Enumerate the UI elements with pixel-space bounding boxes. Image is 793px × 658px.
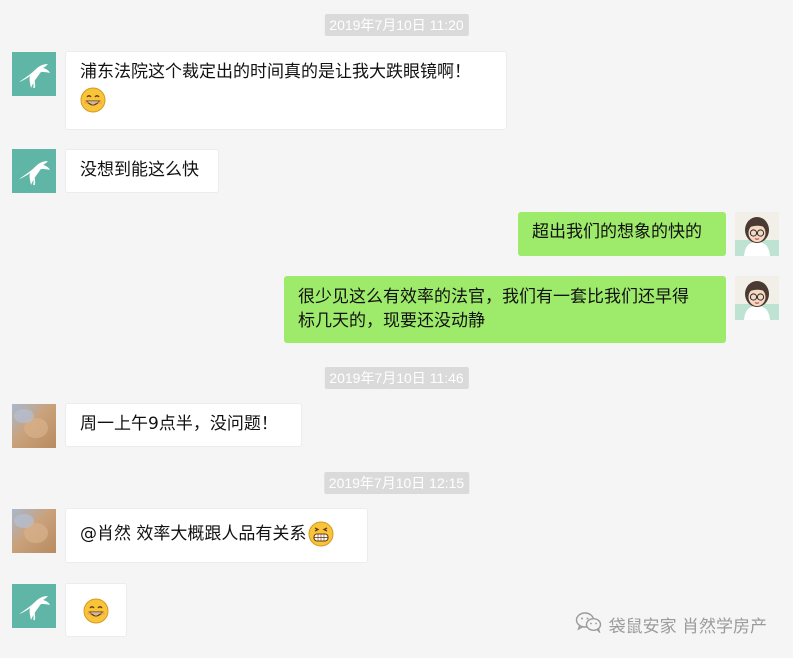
message-bubble[interactable]: 浦东法院这个裁定出的时间真的是让我大跌眼镜啊！ [65,51,507,130]
timestamp: 2019年7月10日 11:20 [324,14,469,36]
timestamp: 2019年7月10日 12:15 [323,472,470,494]
message-bubble[interactable]: 周一上午9点半，没问题！ [65,403,302,447]
message-text: 没想到能这么快 [80,160,199,180]
kangaroo-logo-icon[interactable] [12,52,56,96]
message-bubble[interactable] [65,583,127,637]
message-bubble[interactable]: @肖然 效率大概跟人品有关系 [65,508,368,563]
message-text-line: 很少见这么有效率的法官，我们有一套比我们还早得 [298,287,689,307]
message-text-line: 标几天的，现要还没动静 [298,311,485,331]
blurred-photo-avatar-icon[interactable] [12,509,56,553]
cartoon-woman-avatar-icon[interactable] [735,212,779,256]
kangaroo-logo-icon[interactable] [12,149,56,193]
watermark-text: 袋鼠安家 肖然学房产 [608,617,767,637]
cartoon-woman-avatar-icon[interactable] [735,276,779,320]
wechat-icon [575,611,603,638]
message-text: 超出我们的想象的快的 [532,222,702,242]
message-bubble[interactable]: 没想到能这么快 [65,149,219,193]
message-bubble[interactable]: 超出我们的想象的快的 [518,212,726,256]
message-bubble[interactable]: 很少见这么有效率的法官，我们有一套比我们还早得 标几天的，现要还没动静 [284,276,726,343]
message-text: 浦东法院这个裁定出的时间真的是让我大跌眼镜啊！ [80,62,471,82]
grinning-emoji-icon [83,598,109,624]
kangaroo-logo-icon[interactable] [12,584,56,628]
message-text: @肖然 效率大概跟人品有关系 [80,524,307,544]
grinning-emoji-icon [80,87,106,113]
timestamp: 2019年7月10日 11:46 [324,367,469,389]
blurred-photo-avatar-icon[interactable] [12,404,56,448]
watermark: 袋鼠安家 肖然学房产 [575,611,767,638]
big-grin-emoji-icon [308,521,334,547]
message-text: 周一上午9点半，没问题！ [80,414,278,434]
